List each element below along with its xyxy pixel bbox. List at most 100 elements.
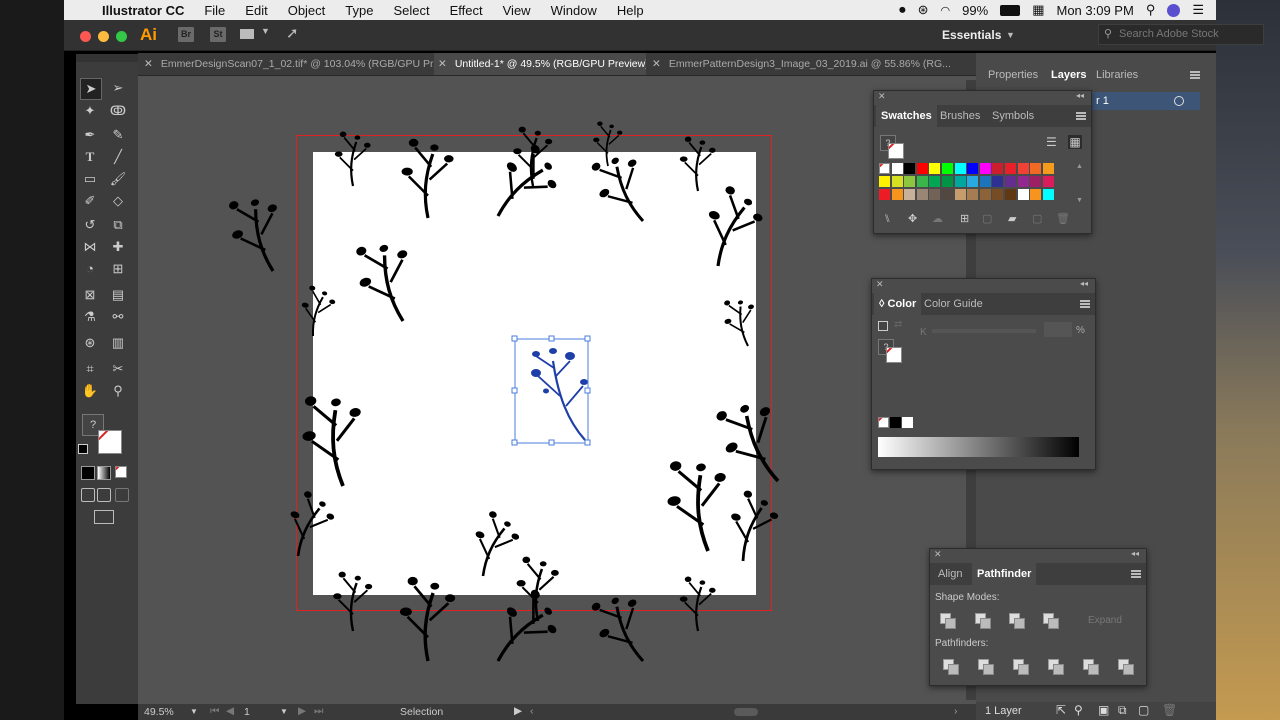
gradient-tool-icon[interactable]: ▤ <box>108 285 128 305</box>
zoom-tool-icon[interactable]: ⚲ <box>108 381 128 401</box>
swatch-stroke-indicator[interactable] <box>888 143 904 159</box>
divide-button[interactable] <box>943 659 959 675</box>
color-swatch[interactable] <box>904 189 916 200</box>
status-menu-arrow-icon[interactable]: ▶ <box>514 705 522 717</box>
column-graph-tool-icon[interactable]: ▥ <box>108 333 128 353</box>
color-swatch[interactable] <box>929 163 941 174</box>
target-icon[interactable] <box>1174 96 1184 106</box>
zoom-level[interactable]: 49.5% <box>144 706 174 718</box>
default-fill-stroke-icon[interactable] <box>78 444 88 454</box>
draw-behind-icon[interactable] <box>97 488 111 502</box>
color-swatch[interactable] <box>916 189 928 200</box>
menu-file[interactable]: File <box>194 3 235 18</box>
scale-tool-icon[interactable]: ⧉ <box>108 215 128 235</box>
outline-button[interactable] <box>1083 659 1099 675</box>
color-stroke-indicator[interactable] <box>886 347 902 363</box>
color-swatch[interactable] <box>942 176 953 187</box>
clipping-mask-icon[interactable]: ▣ <box>1098 703 1109 717</box>
menu-type[interactable]: Type <box>335 3 383 18</box>
tab-properties[interactable]: Properties <box>988 64 1038 86</box>
fill-mini-icon[interactable] <box>878 321 888 331</box>
unite-button[interactable] <box>940 613 956 629</box>
color-swatch[interactable] <box>979 163 991 174</box>
panel-menu-icon[interactable] <box>1076 112 1086 120</box>
lasso-icon[interactable]: ↂ <box>108 101 128 121</box>
color-swatch[interactable] <box>891 163 903 174</box>
color-swatch[interactable] <box>979 176 991 187</box>
first-artboard-icon[interactable]: ⏮ <box>210 705 219 718</box>
swatch-scroll-up-icon[interactable]: ▲ <box>1076 163 1083 170</box>
black-color-chip[interactable] <box>890 417 901 428</box>
collapse-icon[interactable]: ◂◂ <box>1080 279 1088 288</box>
crop-button[interactable] <box>1048 659 1064 675</box>
magic-wand-icon[interactable]: ✦ <box>80 101 100 121</box>
color-swatch[interactable] <box>1005 189 1016 200</box>
new-swatch-icon[interactable]: ▢ <box>1032 212 1042 225</box>
color-swatch[interactable] <box>1005 163 1016 174</box>
rotate-tool-icon[interactable]: ↺ <box>80 215 100 235</box>
zoom-window-button[interactable] <box>116 31 127 42</box>
panel-menu-icon[interactable] <box>1080 300 1090 308</box>
color-swatch[interactable] <box>967 163 979 174</box>
close-icon[interactable]: ✕ <box>878 91 886 102</box>
color-swatch[interactable] <box>992 176 1004 187</box>
swatch-grid[interactable] <box>879 163 1069 203</box>
eyedropper-tool-icon[interactable]: ⚗ <box>80 307 100 327</box>
workspace-switcher[interactable]: Essentials <box>942 28 1001 42</box>
delete-swatch-icon[interactable]: 🗑 <box>1056 212 1070 225</box>
list-view-icon[interactable]: ☰ <box>1046 135 1057 149</box>
scroll-left-icon[interactable]: ‹ <box>530 705 534 717</box>
color-swatch[interactable] <box>942 189 953 200</box>
tab-brushes[interactable]: Brushes <box>940 105 980 127</box>
menu-select[interactable]: Select <box>383 3 439 18</box>
doc-tab-untitled[interactable]: ✕ Untitled-1* @ 49.5% (RGB/GPU Preview) <box>434 53 646 75</box>
tab-color[interactable]: ◊ Color <box>874 293 922 315</box>
chevron-down-icon[interactable]: ▼ <box>1006 30 1015 40</box>
color-swatch[interactable] <box>916 163 928 174</box>
color-swatch[interactable] <box>1030 163 1042 174</box>
rectangle-tool-icon[interactable]: ▭ <box>80 169 100 189</box>
tab-swatches[interactable]: Swatches <box>876 105 937 127</box>
battery-icon[interactable] <box>1000 4 1021 16</box>
screen-mode-icon[interactable] <box>94 510 114 524</box>
rocket-icon[interactable]: ➚ <box>286 24 299 42</box>
color-swatch[interactable] <box>929 189 941 200</box>
next-artboard-icon[interactable]: ▶ <box>298 705 306 717</box>
delete-layer-icon[interactable]: 🗑 <box>1162 703 1177 717</box>
close-icon[interactable]: ✕ <box>144 58 153 70</box>
color-swatch[interactable] <box>929 176 941 187</box>
tab-symbols[interactable]: Symbols <box>992 105 1034 127</box>
color-swatch[interactable] <box>1042 176 1054 187</box>
exclude-button[interactable] <box>1043 613 1059 629</box>
stock-button[interactable]: St <box>210 27 226 42</box>
none-mode-button[interactable] <box>115 466 127 478</box>
prev-artboard-icon[interactable]: ◀ <box>226 705 234 717</box>
color-swatch[interactable] <box>879 163 890 174</box>
color-swatch[interactable] <box>954 163 966 174</box>
trim-button[interactable] <box>978 659 994 675</box>
wifi-icon[interactable]: ◠ <box>941 4 951 17</box>
layer-row[interactable]: r 1 <box>1090 92 1200 110</box>
intersect-button[interactable] <box>1009 613 1025 629</box>
chevron-down-icon[interactable]: ▼ <box>261 26 270 36</box>
notification-icon[interactable]: ☰ <box>1192 2 1204 18</box>
cloud-icon[interactable]: ☁ <box>932 212 943 225</box>
swatch-options-icon[interactable]: ⊞ <box>960 212 969 225</box>
locate-object-icon[interactable]: ⚲ <box>1074 703 1083 717</box>
collapse-icon[interactable]: ◂◂ <box>1131 549 1139 558</box>
selection-tool-icon[interactable]: ➤ <box>80 78 102 100</box>
blend-tool-icon[interactable]: ⚯ <box>108 307 128 327</box>
spotlight-icon[interactable]: ⚲ <box>1146 2 1156 18</box>
color-swatch[interactable] <box>916 176 928 187</box>
color-swatch[interactable] <box>1042 189 1054 200</box>
canvas-area[interactable] <box>138 76 976 704</box>
hand-tool-icon[interactable]: ✋ <box>80 381 100 401</box>
doc-tab-scan[interactable]: ✕ EmmerDesignScan07_1_02.tif* @ 103.04% (… <box>144 53 434 75</box>
clock[interactable]: Mon 3:09 PM <box>1056 3 1133 18</box>
close-icon[interactable]: ✕ <box>934 549 942 560</box>
record-icon[interactable]: ⏺ <box>899 2 906 18</box>
close-icon[interactable]: ✕ <box>438 58 447 70</box>
expand-button[interactable]: Expand <box>1088 615 1122 626</box>
color-group-icon[interactable]: ▢ <box>982 212 992 225</box>
symbol-sprayer-tool-icon[interactable]: ⊛ <box>80 333 100 353</box>
